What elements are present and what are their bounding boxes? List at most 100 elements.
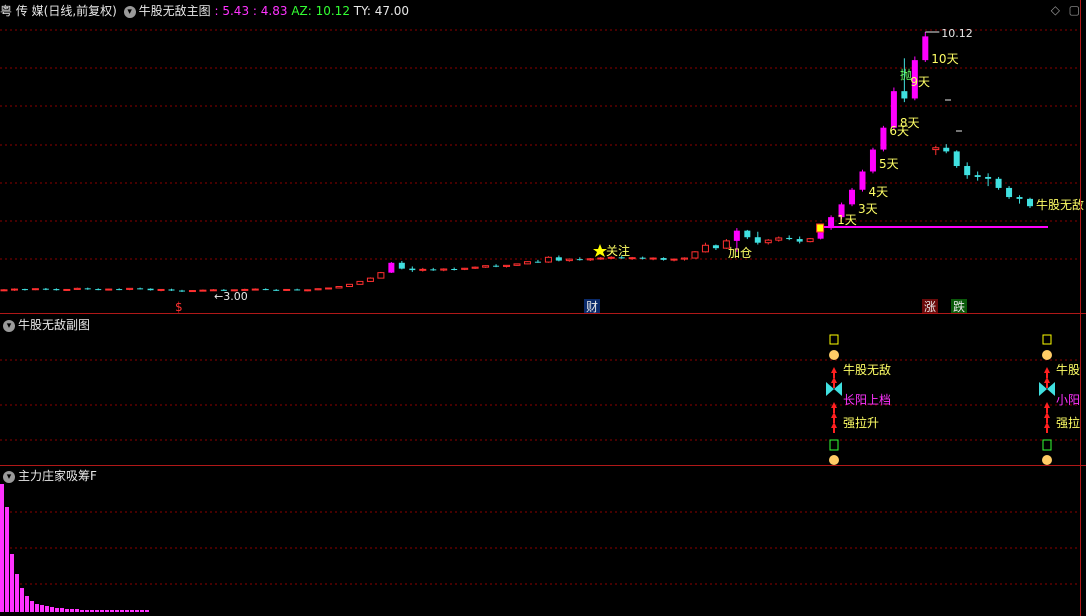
panel3-menu-icon[interactable]: ▾ xyxy=(3,470,15,483)
panel2-title[interactable]: 牛股无敌副图 xyxy=(18,318,90,332)
histogram-bar xyxy=(90,610,94,612)
panel2-menu-icon[interactable]: ▾ xyxy=(3,319,15,332)
p2-label-strong-pull: 强拉升 xyxy=(843,415,879,430)
chart-overlay: 10.12←3.001天3天4天5天6天8天9天10天关注 加仓抛牛股无敌$ 财涨跌 xyxy=(175,27,1084,314)
candle-body xyxy=(42,288,49,290)
value-2: : 4.83 xyxy=(252,4,288,18)
candle-body xyxy=(523,261,531,265)
histogram-bar xyxy=(35,604,39,612)
butterfly-wing-right xyxy=(834,382,842,396)
indicator-menu-icon[interactable]: ▾ xyxy=(123,5,136,18)
candle-body xyxy=(199,289,207,292)
candle-body xyxy=(116,289,123,291)
candle-body xyxy=(53,289,60,291)
histogram-bar xyxy=(85,610,89,612)
histogram-bar xyxy=(115,610,119,612)
candle-body xyxy=(325,287,333,290)
candle-body xyxy=(493,265,500,267)
diamond-icon[interactable]: ◇ xyxy=(1051,3,1060,17)
histogram-bar xyxy=(130,610,134,612)
histogram-bar xyxy=(105,610,109,612)
candle-body xyxy=(304,289,312,292)
histogram-bar xyxy=(75,609,79,612)
candle-body xyxy=(712,245,719,249)
candle-body xyxy=(366,277,374,282)
histogram-bar xyxy=(45,606,49,612)
candle-body xyxy=(628,257,636,260)
candle-body xyxy=(744,230,751,238)
indicator-main-name[interactable]: 牛股无敌主图 xyxy=(139,4,211,18)
candle-body xyxy=(786,237,793,240)
candle-body xyxy=(775,237,783,241)
candle-body xyxy=(409,268,416,271)
panel-divider-2 xyxy=(0,465,1086,466)
p2-arrow-head xyxy=(831,412,837,418)
cai-mark: 财 xyxy=(586,300,598,314)
stock-name: 粤 传 媒 xyxy=(0,4,44,18)
candle-body xyxy=(157,288,165,291)
panel2-grid xyxy=(0,359,1080,441)
histogram-bar xyxy=(140,610,144,612)
panel3-grid xyxy=(0,511,1080,585)
candle-body xyxy=(890,91,897,128)
zhang-mark: 涨 xyxy=(924,299,936,314)
p2-arrow-head xyxy=(1044,367,1050,373)
p2-arrow-head xyxy=(831,422,837,428)
histogram-bar xyxy=(80,610,84,612)
signal-sell: 抛 xyxy=(900,67,912,82)
candle-body xyxy=(0,289,8,292)
candle-body xyxy=(649,257,657,260)
ty-value: TY: 47.00 xyxy=(353,4,410,18)
candle-body xyxy=(84,288,91,290)
day-tag: 1天 xyxy=(837,213,857,227)
candle-body xyxy=(335,286,343,289)
candle-body xyxy=(126,287,134,290)
histogram-bar xyxy=(65,609,69,612)
signal-add-position: 加仓 xyxy=(728,246,752,260)
candle-body xyxy=(701,244,709,253)
candle-body xyxy=(314,288,322,291)
candle-body xyxy=(461,267,469,270)
candle-body xyxy=(901,91,908,99)
candle-body xyxy=(943,147,950,152)
candle-body xyxy=(251,288,259,291)
day-tag: 10天 xyxy=(931,52,958,66)
candle-body xyxy=(283,288,291,291)
candle-body xyxy=(922,36,929,61)
p2-arrow-head xyxy=(831,377,837,383)
candle-body xyxy=(670,258,678,261)
candle-body xyxy=(565,258,573,262)
die-mark: 跌 xyxy=(953,299,965,314)
panel3-header: ▾ 主力庄家吸筹F xyxy=(0,465,97,487)
candle-body xyxy=(419,268,427,271)
histogram-bar xyxy=(5,507,9,612)
candle-body xyxy=(451,268,458,270)
window-close-icon[interactable]: ▢ xyxy=(1069,3,1080,17)
butterfly-wing-left xyxy=(1039,382,1047,396)
panel3-title[interactable]: 主力庄家吸筹F xyxy=(18,469,97,483)
p2-arrow-head xyxy=(1044,402,1050,408)
histogram-bar xyxy=(10,554,14,612)
day-tag: 3天 xyxy=(858,202,878,216)
candle-body xyxy=(691,251,699,259)
histogram-bar xyxy=(145,610,149,612)
candle-body xyxy=(147,288,154,291)
candle-body xyxy=(576,259,583,261)
p2-arrow-head xyxy=(831,367,837,373)
low-label: ←3.00 xyxy=(214,290,248,303)
candle-body xyxy=(849,189,856,205)
p2-box-top xyxy=(829,334,839,345)
candle-body xyxy=(440,268,448,271)
star-icon xyxy=(593,244,607,257)
candle-body xyxy=(63,288,71,291)
p2-box-bottom xyxy=(1042,439,1052,451)
histogram-bar xyxy=(95,610,99,612)
candle-body xyxy=(168,289,175,291)
dollar-mark: $ xyxy=(175,300,183,314)
signal-bull-stock: 牛股无敌 xyxy=(1036,197,1084,212)
main-grid xyxy=(0,29,1080,260)
candle-body xyxy=(534,261,541,263)
histogram-bar xyxy=(125,610,129,612)
candle-body xyxy=(294,289,301,291)
p2-label-small-yang: 小阳 xyxy=(1056,393,1080,407)
